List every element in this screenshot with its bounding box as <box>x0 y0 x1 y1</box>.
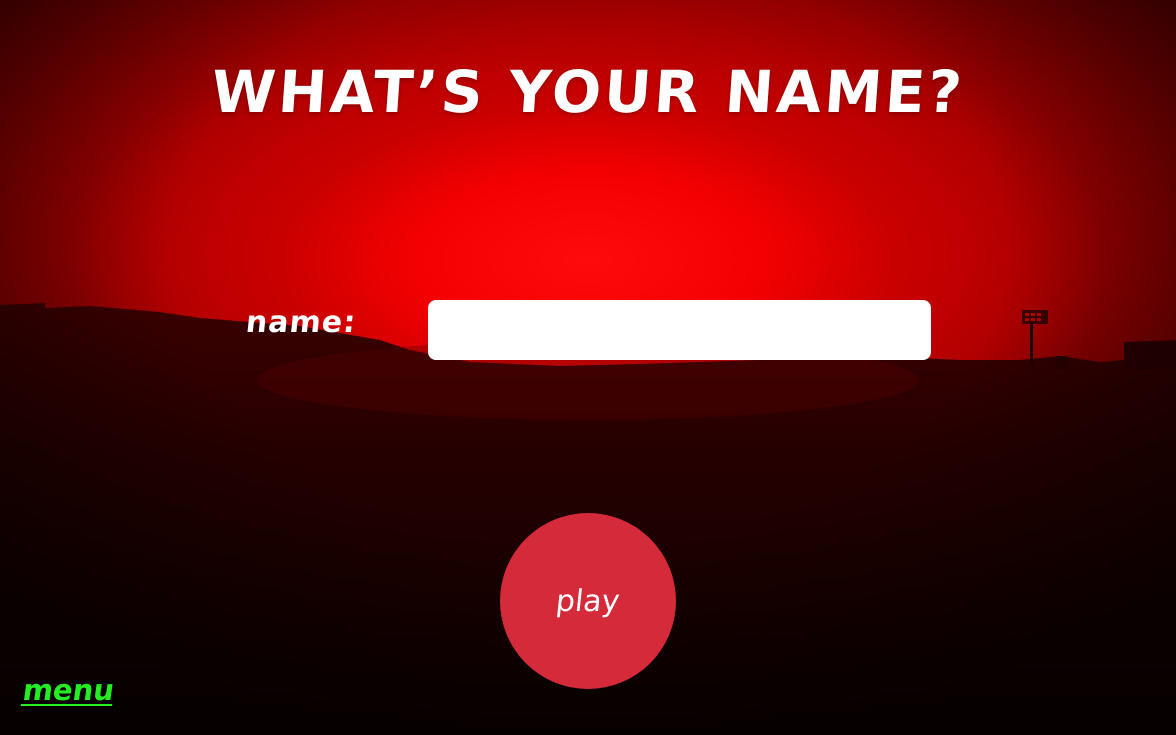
name-input[interactable] <box>428 300 931 360</box>
page-title: WHAT’S YOUR NAME? <box>209 58 967 126</box>
play-button-label: play <box>554 583 622 619</box>
play-button[interactable]: play <box>500 513 676 689</box>
name-label: name: <box>244 305 359 340</box>
menu-link[interactable]: menu <box>21 673 117 707</box>
